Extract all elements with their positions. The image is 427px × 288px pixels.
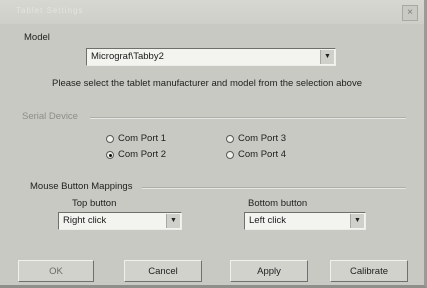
radio-com-port-4[interactable]: Com Port 4: [226, 149, 286, 160]
radio-label: Com Port 2: [118, 149, 167, 160]
chevron-down-icon[interactable]: ▼: [350, 214, 364, 228]
radio-button-icon[interactable]: [226, 150, 234, 159]
radio-com-port-1[interactable]: Com Port 1: [106, 133, 166, 144]
top-button-select[interactable]: Right click ▼: [58, 212, 182, 230]
title-bar[interactable]: Tablet Settings ×: [0, 0, 424, 24]
window-title: Tablet Settings: [16, 6, 84, 15]
model-select-value: Micrograf\Tabby2: [91, 51, 164, 62]
radio-button-icon[interactable]: [226, 134, 234, 143]
close-icon: ×: [407, 7, 413, 18]
mouse-mappings-label: Mouse Button Mappings: [30, 181, 133, 192]
top-button-value: Right click: [63, 215, 107, 226]
top-button-label: Top button: [72, 198, 117, 209]
serial-group-divider: [90, 117, 406, 119]
radio-label: Com Port 3: [238, 133, 287, 144]
radio-button-icon[interactable]: [106, 134, 114, 143]
model-select[interactable]: Micrograf\Tabby2 ▼: [86, 48, 336, 66]
radio-label: Com Port 1: [118, 133, 167, 144]
serial-device-label: Serial Device: [22, 111, 78, 122]
radio-button-selected-icon[interactable]: [106, 150, 114, 159]
bottom-button-value: Left click: [249, 215, 286, 226]
ok-button[interactable]: OK: [18, 260, 94, 282]
model-label: Model: [24, 32, 50, 43]
bottom-button-label: Bottom button: [248, 198, 308, 209]
radio-label: Com Port 4: [238, 149, 287, 160]
radio-com-port-3[interactable]: Com Port 3: [226, 133, 286, 144]
bottom-button-select[interactable]: Left click ▼: [244, 212, 366, 230]
close-button[interactable]: ×: [402, 5, 418, 21]
model-hint: Please select the tablet manufacturer an…: [52, 78, 362, 89]
cancel-button[interactable]: Cancel: [124, 260, 202, 282]
apply-button[interactable]: Apply: [230, 260, 308, 282]
mouse-group-divider: [142, 187, 406, 189]
calibrate-button[interactable]: Calibrate: [330, 260, 408, 282]
radio-com-port-2[interactable]: Com Port 2: [106, 149, 166, 160]
chevron-down-icon[interactable]: ▼: [320, 50, 334, 64]
tablet-settings-dialog: Tablet Settings × Model Micrograf\Tabby2…: [0, 0, 427, 288]
chevron-down-icon[interactable]: ▼: [166, 214, 180, 228]
